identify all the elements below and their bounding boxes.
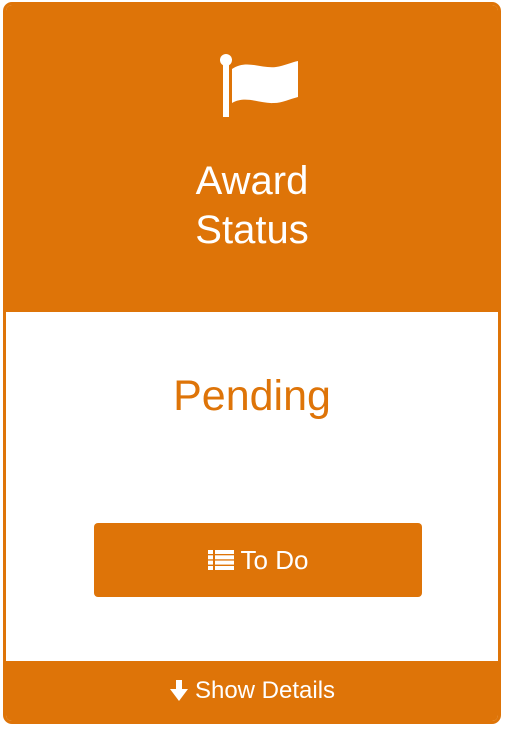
show-details-label: Show Details bbox=[194, 677, 336, 704]
show-details-toggle[interactable]: Show Details bbox=[6, 661, 498, 721]
to-do-button[interactable]: To Do bbox=[94, 523, 422, 597]
to-do-button-label: To Do bbox=[240, 544, 309, 575]
list-icon bbox=[207, 550, 234, 570]
flag-icon bbox=[220, 54, 298, 117]
award-status-card: Award Status Pending To Do Show Details bbox=[3, 2, 501, 724]
card-title-line-2: Status bbox=[195, 208, 309, 252]
card-title: Award Status bbox=[6, 157, 498, 255]
arrow-down-icon bbox=[169, 680, 188, 701]
status-value: Pending bbox=[173, 372, 331, 420]
card-title-line-1: Award bbox=[195, 159, 309, 203]
card-header: Award Status bbox=[6, 5, 498, 312]
